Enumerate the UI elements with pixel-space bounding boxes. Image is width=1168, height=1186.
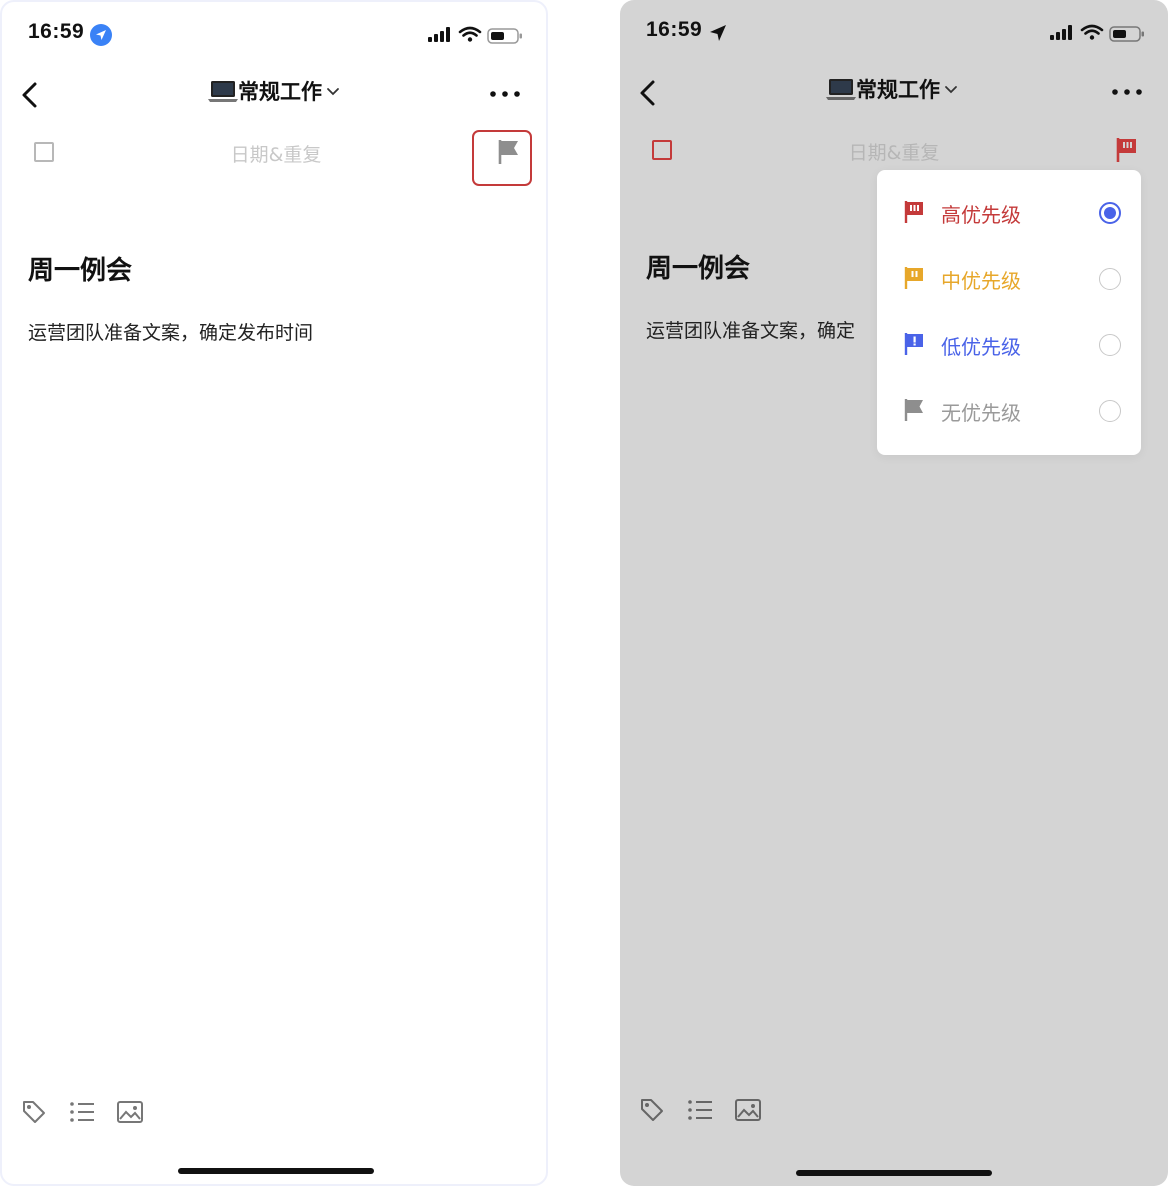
status-icons [1050, 24, 1144, 42]
priority-label-none: 无优先级 [941, 401, 1021, 425]
priority-label-low: 低优先级 [941, 335, 1021, 359]
no-priority-flag-icon [904, 399, 923, 421]
wifi-icon [458, 26, 482, 37]
priority-label-medium: 中优先级 [941, 269, 1021, 293]
header: 常规工作 [620, 74, 1168, 106]
high-priority-flag-icon[interactable] [1114, 136, 1140, 164]
task-title[interactable]: 周一例会 [28, 250, 132, 287]
tag-icon[interactable] [638, 1096, 666, 1124]
date-repeat-field[interactable]: 日期&重复 [2, 140, 546, 167]
high-priority-flag-icon [904, 201, 923, 223]
battery-icon [487, 28, 522, 44]
image-icon[interactable] [734, 1096, 762, 1124]
list-title: 常规工作 [238, 80, 322, 104]
laptop-icon [826, 79, 856, 100]
wifi-icon [1080, 24, 1104, 35]
task-description[interactable]: 运营团队准备文案，确定 [646, 316, 855, 343]
tag-icon[interactable] [20, 1098, 48, 1126]
phone-screen-left: 16:59 常规工作 日期&重复 周一例会 运营团队准备文案，确定发布时间 [0, 0, 548, 1186]
priority-option-high[interactable]: 高优先级 [877, 180, 1141, 246]
priority-option-medium[interactable]: 中优先级 [877, 246, 1141, 312]
status-time: 16:59 [646, 18, 703, 41]
priority-option-none[interactable]: 无优先级 [877, 378, 1141, 444]
phone-screen-right: 16:59 常规工作 日期&重复 周一例会 运营团队准备文案，确定 高优先级 中… [620, 0, 1168, 1186]
list-title: 常规工作 [856, 78, 940, 102]
header: 常规工作 [2, 76, 546, 108]
radio-unselected[interactable] [1099, 334, 1121, 356]
chevron-down-icon [327, 88, 339, 96]
battery-icon [1109, 26, 1144, 42]
task-description[interactable]: 运营团队准备文案，确定发布时间 [28, 318, 313, 345]
priority-label-high: 高优先级 [941, 203, 1021, 227]
location-arrow-icon [710, 25, 726, 41]
radio-unselected[interactable] [1099, 400, 1121, 422]
status-icons [428, 26, 522, 44]
list-icon[interactable] [68, 1098, 96, 1126]
more-icon[interactable] [1110, 86, 1144, 98]
list-icon[interactable] [686, 1096, 714, 1124]
low-priority-flag-icon [904, 333, 923, 355]
medium-priority-flag-icon [904, 267, 923, 289]
radio-unselected[interactable] [1099, 268, 1121, 290]
priority-option-low[interactable]: 低优先级 [877, 312, 1141, 378]
list-selector[interactable]: 常规工作 [826, 74, 962, 104]
more-icon[interactable] [488, 88, 522, 100]
list-selector[interactable]: 常规工作 [208, 76, 344, 106]
signal-icon [1050, 25, 1072, 40]
date-repeat-field[interactable]: 日期&重复 [620, 138, 1168, 165]
radio-selected[interactable] [1099, 202, 1121, 224]
location-active-icon [90, 24, 112, 46]
task-title[interactable]: 周一例会 [646, 248, 750, 285]
priority-menu: 高优先级 中优先级 低优先级 无优先级 [877, 170, 1141, 455]
home-indicator [178, 1168, 374, 1174]
image-icon[interactable] [116, 1098, 144, 1126]
laptop-icon [208, 81, 238, 102]
signal-icon [428, 27, 450, 42]
home-indicator [796, 1170, 992, 1176]
chevron-down-icon [945, 86, 957, 94]
status-time: 16:59 [28, 20, 85, 43]
priority-flag-highlight [472, 130, 532, 186]
